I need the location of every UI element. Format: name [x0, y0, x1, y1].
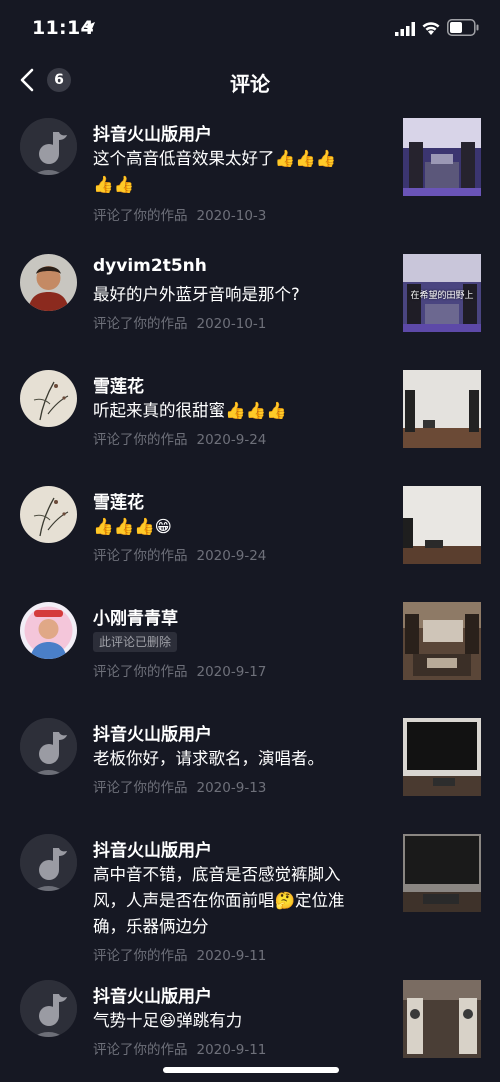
- deleted-comment-tag: 此评论已删除: [93, 632, 178, 652]
- comment-line: 听起来真的很甜蜜👍👍👍: [93, 401, 287, 420]
- comment-line: 气势十足😆弹跳有力: [93, 1011, 243, 1030]
- action-text: 评论了你的作品: [93, 948, 188, 964]
- comment-date: 2020-9-24: [196, 548, 267, 564]
- thumbnail-image: [403, 718, 481, 796]
- thumbnail-image: [403, 486, 481, 564]
- comment-line: 👍👍: [93, 175, 135, 194]
- action-text: 评论了你的作品: [93, 432, 188, 448]
- comment-line: 最好的户外蓝牙音响是那个?: [93, 285, 300, 304]
- page-title: 评论: [230, 72, 270, 96]
- comment-date: 2020-9-11: [196, 948, 267, 964]
- avatar[interactable]: [20, 602, 77, 659]
- comment-date: 2020-9-24: [196, 432, 267, 448]
- comment-meta: 评论了你的作品 2020-9-11: [93, 944, 266, 964]
- video-thumbnail[interactable]: [403, 602, 481, 680]
- avatar[interactable]: [20, 980, 77, 1037]
- comment-date: 2020-10-1: [196, 316, 267, 332]
- battery-icon: [447, 19, 479, 36]
- avatar[interactable]: [20, 834, 77, 891]
- comment-meta: 评论了你的作品 2020-9-13: [93, 776, 266, 796]
- default-avatar-icon: [20, 118, 77, 175]
- video-thumbnail[interactable]: [403, 980, 481, 1058]
- comment-line: 老板你好，请求歌名，演唱者。: [93, 749, 324, 768]
- comment-text: 👍👍👍😁: [93, 514, 383, 540]
- comment-meta: 评论了你的作品 2020-10-3: [93, 204, 266, 224]
- video-thumbnail[interactable]: [403, 370, 481, 448]
- comment-text: 听起来真的很甜蜜👍👍👍: [93, 398, 383, 424]
- comment-meta: 评论了你的作品 2020-9-17: [93, 660, 266, 680]
- comment-line: 风，人声是否在你面前唱🤔定位准: [93, 891, 345, 910]
- action-text: 评论了你的作品: [93, 208, 188, 224]
- comment-text: 这个高音低音效果太好了👍👍👍 👍👍: [93, 146, 383, 198]
- default-avatar-icon: [20, 718, 77, 775]
- default-avatar-icon: [20, 980, 77, 1037]
- comment-text: 最好的户外蓝牙音响是那个?: [93, 282, 383, 308]
- user-photo-avatar: [20, 254, 77, 311]
- avatar[interactable]: [20, 718, 77, 775]
- thumbnail-caption: 在希望的田野上: [410, 291, 474, 301]
- avatar[interactable]: [20, 118, 77, 175]
- username[interactable]: 抖音火山版用户: [93, 836, 212, 861]
- painting-avatar: [20, 486, 77, 543]
- nav-bar: 6 评论: [0, 58, 500, 104]
- action-text: 评论了你的作品: [93, 780, 188, 796]
- comment-meta: 评论了你的作品 2020-10-1: [93, 312, 266, 332]
- avatar[interactable]: [20, 254, 77, 311]
- video-thumbnail[interactable]: 在希望的田野上: [403, 254, 481, 332]
- video-thumbnail[interactable]: [403, 834, 481, 912]
- status-bar: 11:14: [0, 0, 500, 58]
- username[interactable]: 雪莲花: [93, 372, 144, 397]
- wifi-icon: [422, 22, 440, 35]
- thumbnail-image: [403, 118, 481, 196]
- thumbnail-image: [403, 834, 481, 912]
- username[interactable]: 抖音火山版用户: [93, 120, 212, 145]
- comment-meta: 评论了你的作品 2020-9-24: [93, 428, 266, 448]
- home-indicator[interactable]: [163, 1067, 339, 1073]
- comment-line: 👍👍👍😁: [93, 517, 172, 536]
- username[interactable]: 雪莲花: [93, 488, 144, 513]
- comment-text: 高中音不错，底音是否感觉裤脚入 风，人声是否在你面前唱🤔定位准 确，乐器俩边分: [93, 862, 383, 940]
- action-text: 评论了你的作品: [93, 548, 188, 564]
- username[interactable]: dyvim2t5nh: [93, 256, 207, 276]
- comment-line: 确，乐器俩边分: [93, 917, 209, 936]
- comment-line: 这个高音低音效果太好了👍👍👍: [93, 149, 337, 168]
- default-avatar-icon: [20, 834, 77, 891]
- comment-line: 高中音不错，底音是否感觉裤脚入: [93, 865, 341, 884]
- comment-date: 2020-9-13: [196, 780, 267, 796]
- comment-date: 2020-9-17: [196, 664, 267, 680]
- thumbnail-image: [403, 370, 481, 448]
- comment-meta: 评论了你的作品 2020-9-24: [93, 544, 266, 564]
- action-text: 评论了你的作品: [93, 316, 188, 332]
- location-arrow-icon: [83, 22, 95, 34]
- action-text: 评论了你的作品: [93, 664, 188, 680]
- username[interactable]: 小刚青青草: [93, 604, 178, 629]
- username[interactable]: 抖音火山版用户: [93, 720, 212, 745]
- painting-avatar: [20, 370, 77, 427]
- action-text: 评论了你的作品: [93, 1042, 188, 1058]
- username[interactable]: 抖音火山版用户: [93, 982, 212, 1007]
- cellular-signal-icon: [395, 22, 415, 36]
- video-thumbnail[interactable]: [403, 118, 481, 196]
- user-photo-avatar: [20, 602, 77, 659]
- thumbnail-image: [403, 980, 481, 1058]
- comment-meta: 评论了你的作品 2020-9-11: [93, 1038, 266, 1058]
- avatar[interactable]: [20, 370, 77, 427]
- avatar[interactable]: [20, 486, 77, 543]
- video-thumbnail[interactable]: [403, 718, 481, 796]
- comment-text: 气势十足😆弹跳有力: [93, 1008, 383, 1034]
- comment-date: 2020-10-3: [196, 208, 267, 224]
- video-thumbnail[interactable]: [403, 486, 481, 564]
- comment-date: 2020-9-11: [196, 1042, 267, 1058]
- thumbnail-image: [403, 602, 481, 680]
- comment-text: 老板你好，请求歌名，演唱者。: [93, 746, 383, 772]
